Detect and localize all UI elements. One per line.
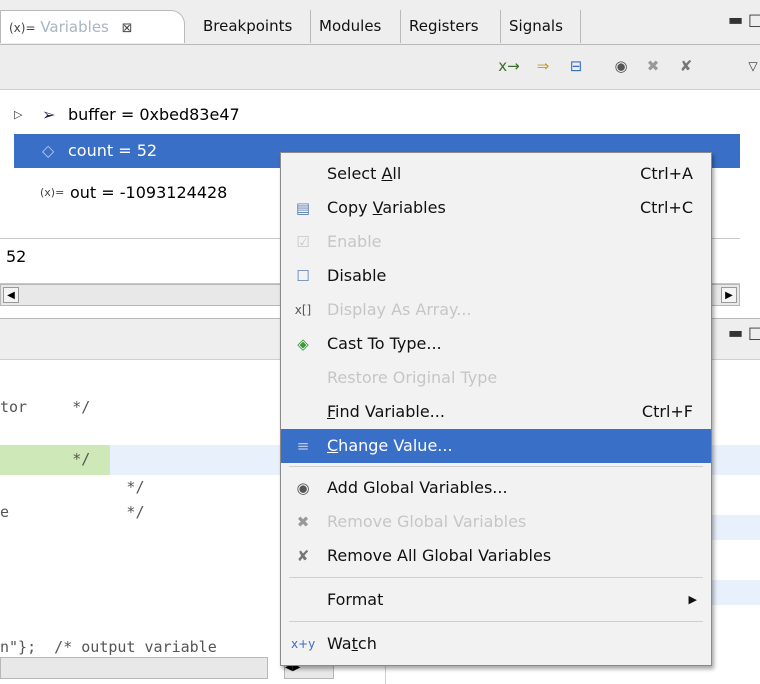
menu-item-enable: ☑ Enable — [281, 225, 711, 259]
minimize-icon[interactable]: ▬ — [728, 323, 743, 342]
tab-breakpoints[interactable]: Breakpoints — [195, 10, 300, 43]
menu-item-label: Restore Original Type — [327, 368, 498, 387]
variable-label: buffer = 0xbed83e47 — [68, 105, 240, 124]
shortcut-label: Ctrl+F — [641, 402, 693, 421]
maximize-icon[interactable]: □ — [748, 10, 760, 29]
menu-item-find-variable[interactable]: Find Variable... Ctrl+F — [281, 395, 711, 429]
menu-item-restore-original-type: Restore Original Type — [281, 361, 711, 395]
tab-modules[interactable]: Modules — [311, 10, 389, 43]
variable-label: out = -1093124428 — [70, 183, 228, 202]
menu-item-select-all[interactable]: Select All Ctrl+A — [281, 157, 711, 191]
maximize-icon[interactable]: □ — [748, 323, 760, 342]
tab-breakpoints-label: Breakpoints — [203, 17, 293, 35]
tab-variables-label: Variables — [40, 18, 109, 36]
menu-item-label: Cast To Type... — [327, 334, 442, 353]
variable-label: count = 52 — [68, 141, 158, 160]
menu-item-label: Select All — [327, 164, 402, 183]
tab-registers[interactable]: Registers — [401, 10, 487, 43]
line-highlight — [710, 580, 760, 605]
menu-item-add-global-variables[interactable]: ◉ Add Global Variables... — [281, 471, 711, 505]
tab-variables[interactable]: (x)= Variables ⊠ — [0, 10, 185, 43]
change-value-icon: ≡ — [296, 437, 310, 455]
menu-item-remove-all-global-variables[interactable]: ✘ Remove All Global Variables — [281, 539, 711, 573]
scroll-left-icon[interactable]: ◀ — [3, 287, 19, 303]
cast-type-icon: ◈ — [297, 335, 309, 353]
array-icon: x[] — [294, 303, 312, 317]
code-line: tor */ — [0, 398, 91, 416]
menu-item-label: Display As Array... — [327, 300, 472, 319]
show-type-names-icon[interactable]: x→ — [498, 55, 520, 77]
menu-item-cast-to-type[interactable]: ◈ Cast To Type... — [281, 327, 711, 361]
scroll-right-icon[interactable]: ▶ — [721, 287, 737, 303]
remove-all-global-variables-icon: ✘ — [296, 547, 310, 565]
menu-item-copy-variables[interactable]: ▤ Copy Variables Ctrl+C — [281, 191, 711, 225]
code-line: */ — [0, 478, 145, 496]
menu-item-label: Enable — [327, 232, 382, 251]
code-line: e */ — [0, 503, 145, 521]
view-menu-chevron-down-icon[interactable]: ▽ — [742, 55, 760, 77]
menu-item-change-value[interactable]: ≡ Change Value... — [281, 429, 711, 463]
menu-item-label: Disable — [327, 266, 387, 285]
code-line: */ — [0, 450, 91, 468]
context-menu: Select All Ctrl+A ▤ Copy Variables Ctrl+… — [280, 152, 712, 666]
code-line: n"}; /* output variable — [0, 638, 217, 656]
menu-item-label: Remove Global Variables — [327, 512, 527, 531]
remove-global-variables-icon[interactable]: ✖ — [642, 55, 664, 77]
menu-item-format[interactable]: Format ▶ — [281, 583, 711, 617]
close-tab-icon[interactable]: ⊠ — [122, 21, 133, 36]
menu-separator — [289, 466, 703, 467]
variables-icon: (x)= — [9, 21, 36, 35]
tab-divider — [580, 10, 581, 43]
expand-triangle-icon[interactable]: ▷ — [14, 98, 22, 132]
pointer-var-icon: ➢ — [42, 105, 56, 124]
editor-horizontal-scrollbar[interactable] — [0, 657, 268, 679]
add-global-variables-icon[interactable]: ◉ — [610, 55, 632, 77]
variable-row-buffer[interactable]: ▷ ➢ buffer = 0xbed83e47 — [0, 98, 740, 132]
menu-item-label: Change Value... — [327, 436, 453, 455]
tab-signals[interactable]: Signals — [501, 10, 571, 43]
menu-item-label: Find Variable... — [327, 402, 445, 421]
detail-value: 52 — [6, 247, 27, 266]
menu-item-remove-global-variables: ✖ Remove Global Variables — [281, 505, 711, 539]
menu-item-label: Add Global Variables... — [327, 478, 508, 497]
tab-modules-label: Modules — [319, 17, 382, 35]
var-icon: (x)= — [40, 186, 65, 199]
collapse-all-icon[interactable]: ⊟ — [565, 55, 587, 77]
menu-separator — [289, 621, 703, 622]
view-toolbar: x→ ⇒ ⊟ ◉ ✖ ✘ ▽ — [0, 45, 760, 90]
submenu-arrow-icon: ▶ — [688, 593, 697, 606]
remove-global-variables-icon: ✖ — [296, 513, 310, 531]
menu-item-label: Watch — [327, 634, 377, 653]
line-highlight — [710, 515, 760, 540]
shortcut-label: Ctrl+C — [639, 198, 693, 217]
tab-registers-label: Registers — [409, 17, 479, 35]
menu-item-label: Copy Variables — [327, 198, 446, 217]
menu-item-disable[interactable]: ☐ Disable — [281, 259, 711, 293]
menu-item-label: Format — [327, 590, 384, 609]
menu-item-label: Remove All Global Variables — [327, 546, 552, 565]
checkbox-checked-icon: ☑ — [296, 233, 310, 251]
remove-all-global-variables-icon[interactable]: ✘ — [675, 55, 697, 77]
tab-signals-label: Signals — [509, 17, 563, 35]
menu-item-display-as-array: x[] Display As Array... — [281, 293, 711, 327]
checkbox-empty-icon: ☐ — [296, 267, 310, 285]
local-var-icon: ◇ — [42, 141, 55, 160]
minimize-icon[interactable]: ▬ — [728, 10, 743, 29]
show-logical-structure-icon[interactable]: ⇒ — [532, 55, 554, 77]
watch-icon: x+y — [291, 637, 316, 651]
shortcut-label: Ctrl+A — [640, 164, 693, 183]
menu-separator — [289, 577, 703, 578]
view-tab-bar: (x)= Variables ⊠ Breakpoints Modules Reg… — [0, 0, 760, 45]
menu-item-watch[interactable]: x+y Watch — [281, 627, 711, 661]
copy-icon: ▤ — [295, 199, 311, 217]
add-global-variables-icon: ◉ — [296, 479, 310, 497]
